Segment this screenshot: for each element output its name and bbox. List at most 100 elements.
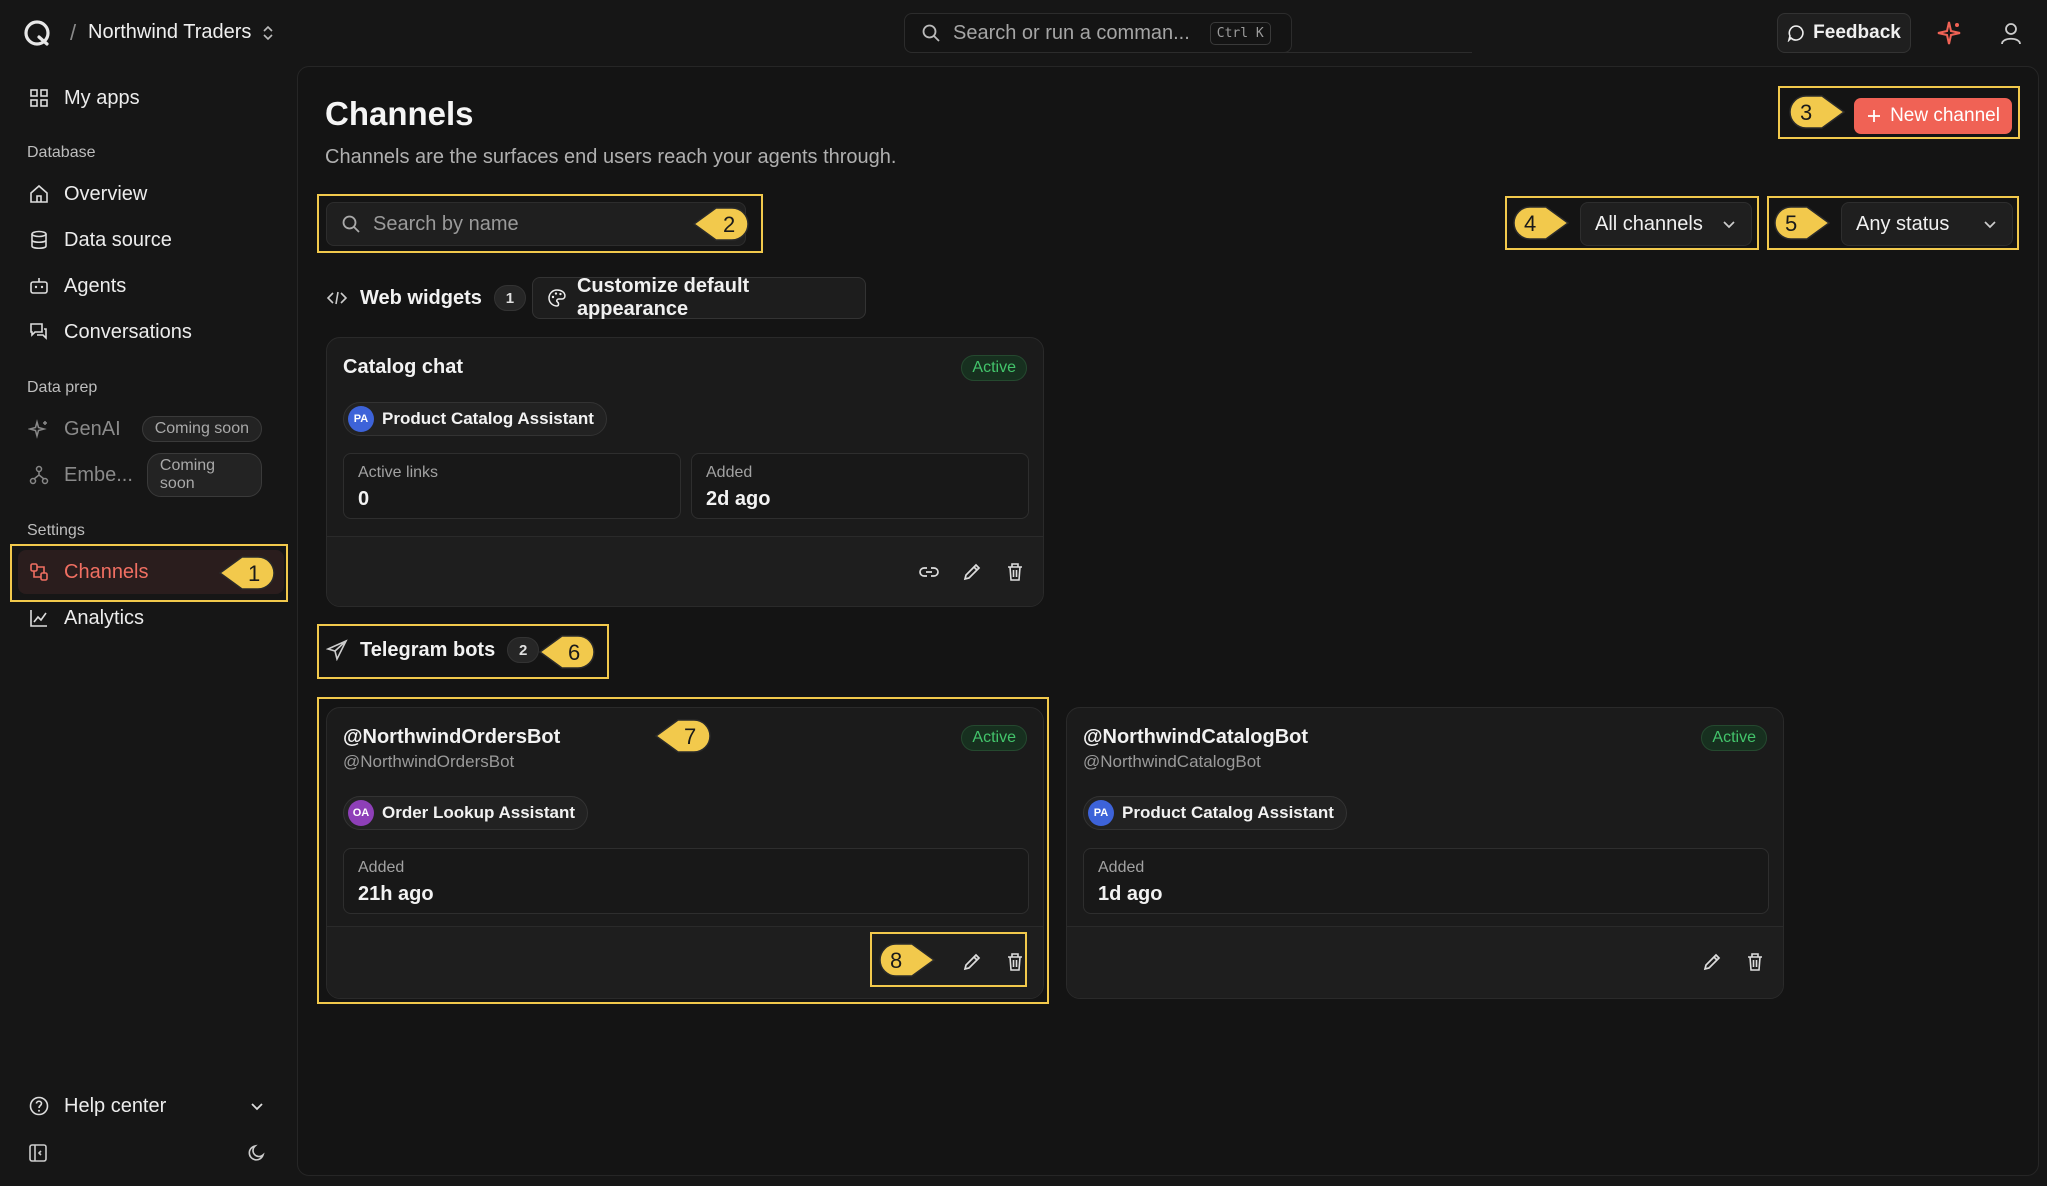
- sidebar-item-data-source[interactable]: Data source: [18, 218, 276, 262]
- sidebar-item-conversations[interactable]: Conversations: [18, 310, 276, 354]
- agent-avatar: PA: [348, 406, 374, 432]
- channel-type-select[interactable]: All channels: [1580, 202, 1752, 246]
- sidebar-item-analytics[interactable]: Analytics: [18, 596, 276, 640]
- chat-icon: [30, 323, 47, 340]
- search-icon: [342, 215, 360, 233]
- app-logo-icon[interactable]: [22, 18, 52, 48]
- sidebar-item-agents[interactable]: Agents: [18, 264, 276, 308]
- new-channel-button[interactable]: New channel: [1854, 98, 2012, 134]
- network-icon: [29, 465, 49, 485]
- section-label-data-prep: Data prep: [27, 379, 98, 396]
- channels-icon: [30, 563, 48, 581]
- status-select[interactable]: Any status: [1841, 202, 2013, 246]
- section-title: Telegram bots: [360, 638, 496, 661]
- sidebar-item-label: Channels: [64, 560, 149, 583]
- card-footer: [1067, 926, 1783, 998]
- shortcut-hint: Ctrl K: [1209, 21, 1271, 45]
- stat-added: Added 2d ago: [691, 453, 1029, 519]
- chevron-down-icon: [251, 1103, 263, 1111]
- sidebar-item-label: Analytics: [64, 606, 145, 629]
- user-icon[interactable]: [1998, 20, 2024, 46]
- card-footer: [327, 926, 1043, 998]
- agent-chip[interactable]: OA Order Lookup Assistant: [343, 796, 589, 830]
- chevron-up-down-icon: [263, 25, 273, 40]
- trash-icon[interactable]: [1744, 951, 1766, 973]
- telegram-bots-heading: Telegram bots 2: [326, 637, 540, 663]
- stat-value: 21h ago: [358, 883, 434, 905]
- stat-active-links: Active links 0: [343, 453, 681, 519]
- moon-icon[interactable]: [246, 1142, 268, 1164]
- web-widget-card[interactable]: Catalog chat Active PA Product Catalog A…: [326, 337, 1044, 607]
- stat-added: Added 1d ago: [1083, 848, 1769, 914]
- org-name: Northwind Traders: [88, 21, 252, 43]
- customize-appearance-button[interactable]: Customize default appearance: [532, 275, 866, 320]
- status-badge: Active: [961, 725, 1027, 751]
- channel-type-value: All channels: [1595, 212, 1703, 235]
- link-icon[interactable]: [918, 561, 940, 583]
- stat-added: Added 21h ago: [343, 848, 1029, 914]
- stat-label: Added: [1098, 859, 1145, 876]
- main-panel: Channels Channels are the surfaces end u…: [297, 66, 2039, 1176]
- sidebar-item-embeddings: Embe... Coming soon: [18, 453, 276, 497]
- home-icon: [30, 184, 48, 203]
- chevron-down-icon: [1723, 221, 1735, 229]
- status-badge: Active: [1701, 725, 1767, 751]
- card-footer: [327, 536, 1043, 606]
- telegram-bot-card[interactable]: @NorthwindOrdersBot @NorthwindOrdersBot …: [326, 707, 1044, 999]
- agent-name: Order Lookup Assistant: [382, 803, 576, 822]
- sidebar-item-channels[interactable]: Channels: [18, 550, 284, 594]
- collapse-sidebar-icon[interactable]: [27, 1142, 49, 1164]
- coming-soon-badge: Coming soon: [146, 453, 262, 497]
- bot-icon: [30, 278, 48, 294]
- ai-sparkle-icon[interactable]: [1934, 18, 1964, 48]
- stat-label: Active links: [358, 464, 439, 481]
- section-label-database: Database: [27, 144, 96, 161]
- org-switcher[interactable]: Northwind Traders: [88, 21, 275, 44]
- page-subtitle: Channels are the surfaces end users reac…: [325, 146, 897, 168]
- pencil-icon[interactable]: [1701, 951, 1723, 973]
- agent-chip[interactable]: PA Product Catalog Assistant: [1083, 796, 1347, 830]
- sidebar-item-my-apps[interactable]: My apps: [18, 76, 276, 120]
- agent-chip[interactable]: PA Product Catalog Assistant: [343, 402, 607, 436]
- feedback-button[interactable]: Feedback: [1777, 13, 1911, 53]
- feedback-label: Feedback: [1813, 22, 1901, 43]
- command-search[interactable]: Search or run a comman... Ctrl K: [904, 13, 1292, 53]
- card-title: Catalog chat: [343, 356, 464, 378]
- web-widgets-heading: Web widgets 1: [326, 285, 526, 311]
- pencil-icon[interactable]: [961, 561, 983, 583]
- palette-icon: [548, 289, 566, 307]
- breadcrumb-separator: /: [70, 20, 77, 45]
- count-badge: 1: [493, 285, 526, 311]
- divider: [1150, 52, 1472, 53]
- code-icon: [326, 291, 348, 305]
- sidebar-item-label: Help center: [64, 1094, 167, 1117]
- count-badge: 2: [507, 637, 540, 663]
- command-search-placeholder: Search or run a comman...: [953, 21, 1190, 44]
- coming-soon-badge: Coming soon: [141, 416, 262, 442]
- section-title: Web widgets: [360, 286, 482, 309]
- new-channel-label: New channel: [1890, 105, 2000, 126]
- chart-line-icon: [30, 610, 47, 627]
- telegram-bot-card[interactable]: @NorthwindCatalogBot @NorthwindCatalogBo…: [1066, 707, 1784, 999]
- channel-search-input[interactable]: Search by name: [326, 202, 746, 246]
- page-title: Channels: [325, 95, 474, 132]
- trash-icon[interactable]: [1004, 951, 1026, 973]
- sidebar-item-label: Agents: [64, 274, 127, 297]
- bot-handle: @NorthwindOrdersBot: [343, 752, 515, 771]
- customize-label: Customize default appearance: [576, 275, 750, 320]
- top-bar: / Northwind Traders Search or run a comm…: [0, 0, 2047, 66]
- section-label-settings: Settings: [27, 522, 85, 539]
- pencil-icon[interactable]: [961, 951, 983, 973]
- card-title: @NorthwindOrdersBot: [343, 726, 561, 748]
- sidebar-item-help-center[interactable]: Help center: [18, 1084, 276, 1128]
- message-icon: [1787, 25, 1804, 42]
- sidebar-item-label: Conversations: [64, 320, 192, 343]
- database-icon: [31, 230, 47, 250]
- sidebar-item-label: Data source: [64, 228, 172, 251]
- sidebar-item-overview[interactable]: Overview: [18, 172, 276, 216]
- send-icon: [326, 639, 348, 661]
- sidebar-item-label: Embe...: [64, 463, 133, 486]
- trash-icon[interactable]: [1004, 561, 1026, 583]
- sidebar-item-label: GenAI: [64, 417, 121, 440]
- sidebar-item-label: My apps: [64, 86, 140, 109]
